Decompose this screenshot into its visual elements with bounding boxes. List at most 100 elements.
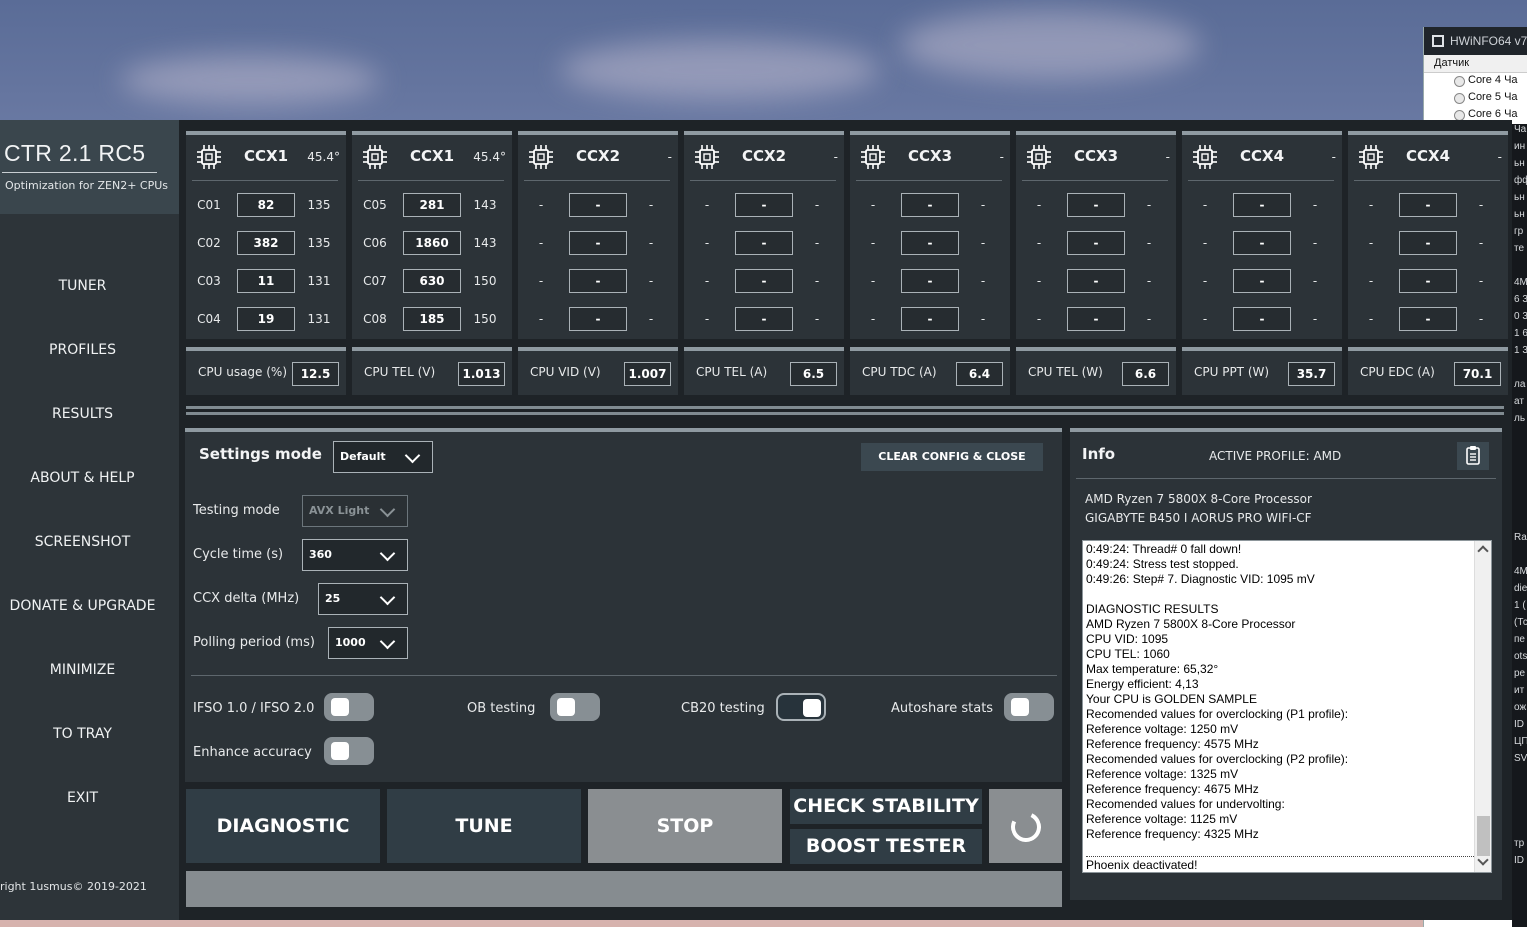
core-value: - — [1067, 269, 1125, 293]
ccx-name: CCX2 — [575, 147, 621, 165]
log-line: 0:49:26: Step# 7. Diagnostic VID: 1095 m… — [1086, 572, 1315, 586]
cb20-testing-toggle[interactable] — [776, 693, 826, 721]
clear-config-close-button[interactable]: CLEAR CONFIG & CLOSE — [861, 443, 1043, 471]
ctr-app-window: CTR 2.1 RC5 Optimization for ZEN2+ CPUs … — [0, 120, 1512, 920]
metric-value: 1.013 — [458, 362, 505, 386]
hwinfo-sensor-row[interactable]: Core 4 Ча — [1424, 73, 1527, 90]
core-value: - — [1233, 231, 1291, 255]
ifso-label: IFSO 1.0 / IFSO 2.0 — [193, 701, 315, 716]
ccx-panel: CCX2 - - - - - - - - - - - - - — [684, 131, 844, 339]
hwinfo-value: ла — [1514, 379, 1526, 390]
metric-panel: CPU usage (%) 12.5 — [186, 347, 346, 395]
core-id: C01 — [197, 198, 221, 212]
hwinfo-value: ID — [1514, 855, 1524, 866]
core-id: C07 — [363, 274, 387, 288]
core-max-value: - — [980, 236, 986, 250]
copy-log-button[interactable] — [1457, 442, 1489, 470]
refresh-button[interactable] — [989, 789, 1062, 863]
metric-value: 1.007 — [624, 362, 671, 386]
ccx-name: CCX4 — [1239, 147, 1285, 165]
scroll-down-icon[interactable] — [1477, 854, 1489, 866]
ccx-delta-dropdown[interactable]: 25 — [318, 583, 408, 615]
nav-about-help[interactable]: ABOUT & HELP — [0, 467, 165, 489]
log-line: Reference voltage: 1250 mV — [1086, 722, 1239, 736]
hwinfo-title-bar[interactable]: HWiNFO64 v7 — [1424, 27, 1527, 55]
tune-button[interactable]: TUNE — [387, 789, 581, 863]
progress-bar — [186, 871, 1062, 907]
ccx-panel: CCX4 - - - - - - - - - - - - - — [1182, 131, 1342, 339]
stop-button[interactable]: STOP — [588, 789, 782, 863]
metric-value: 12.5 — [292, 362, 339, 386]
autoshare-stats-toggle[interactable] — [1004, 693, 1054, 721]
core-value: 630 — [403, 269, 461, 293]
hwinfo-value: SVI — [1514, 753, 1527, 764]
core-id: - — [1202, 236, 1208, 250]
hwinfo-value: 4М — [1514, 277, 1527, 288]
core-max-value: - — [1146, 274, 1152, 288]
core-max-value: - — [814, 274, 820, 288]
settings-title: Settings mode — [199, 445, 322, 463]
diagnostic-button[interactable]: DIAGNOSTIC — [186, 789, 380, 863]
ccx-panel: CCX1 45.4° C01 82 135 C02 382 135 C03 11 131 C04 19 1… — [186, 131, 346, 339]
core-max-value: - — [648, 236, 654, 250]
ccx-header: CCX3 - — [850, 135, 1010, 179]
core-max-value: - — [1478, 312, 1484, 326]
log-line: Energy efficient: 4,13 — [1086, 677, 1199, 691]
core-id: - — [1036, 312, 1042, 326]
metric-value: 35.7 — [1288, 362, 1335, 386]
log-scrollbar[interactable] — [1474, 541, 1491, 872]
testing-mode-dropdown[interactable]: AVX Light — [302, 495, 408, 527]
cpu-name: AMD Ryzen 7 5800X 8-Core Processor — [1085, 492, 1312, 506]
toggle-knob — [331, 742, 349, 760]
ccx-divider — [1354, 180, 1500, 181]
settings-mode-dropdown[interactable]: Default — [333, 441, 433, 473]
nav-exit[interactable]: EXIT — [0, 787, 165, 809]
enhance-accuracy-toggle[interactable] — [324, 737, 374, 765]
nav-tuner[interactable]: TUNER — [0, 275, 165, 297]
hwinfo-title: HWiNFO64 v7 — [1450, 34, 1527, 48]
boost-tester-button[interactable]: BOOST TESTER — [790, 829, 982, 864]
log-textbox[interactable]: 0:49:24: Thread# 0 fall down! 0:49:24: St… — [1082, 540, 1492, 873]
info-panel: Info ACTIVE PROFILE: AMD AMD Ryzen 7 580… — [1070, 428, 1502, 900]
hwinfo-sensor-row[interactable]: Core 5 Ча — [1424, 90, 1527, 107]
core-value: - — [901, 193, 959, 217]
nav-to-tray[interactable]: TO TRAY — [0, 723, 165, 745]
hwinfo-value: (Тс — [1514, 617, 1527, 628]
ifso-toggle[interactable] — [324, 693, 374, 721]
core-max-value: - — [1312, 236, 1318, 250]
hwinfo-value: те — [1514, 243, 1525, 254]
ccx-name: CCX1 — [243, 147, 289, 165]
polling-period-label: Polling period (ms) — [193, 635, 315, 650]
nav-screenshot[interactable]: SCREENSHOT — [0, 531, 165, 553]
cycle-time-dropdown[interactable]: 360 — [302, 539, 408, 571]
core-max-value: - — [1146, 198, 1152, 212]
metric-panel: CPU VID (V) 1.007 — [518, 347, 678, 395]
ob-testing-label: OB testing — [467, 701, 536, 716]
section-divider — [186, 406, 1504, 409]
scroll-thumb[interactable] — [1477, 816, 1490, 856]
metric-label: CPU TEL (W) — [1028, 365, 1103, 379]
hwinfo-value: ре — [1514, 668, 1526, 679]
nav-profiles[interactable]: PROFILES — [0, 339, 165, 361]
ccx-name: CCX3 — [907, 147, 953, 165]
core-id: - — [538, 312, 544, 326]
nav-minimize[interactable]: MINIMIZE — [0, 659, 165, 681]
nav-results[interactable]: RESULTS — [0, 403, 165, 425]
log-line: Reference frequency: 4575 MHz — [1086, 737, 1259, 751]
polling-period-dropdown[interactable]: 1000 — [328, 627, 408, 659]
scroll-up-icon[interactable] — [1477, 545, 1489, 557]
core-max-value: 143 — [473, 198, 497, 212]
hwinfo-value: die — [1514, 583, 1527, 594]
hwinfo-column-header[interactable]: Датчик — [1424, 55, 1527, 73]
core-value: 11 — [237, 269, 295, 293]
nav-donate-upgrade[interactable]: DONATE & UPGRADE — [0, 595, 165, 617]
ccx-header: CCX4 - — [1182, 135, 1342, 179]
metric-panel: CPU PPT (W) 35.7 — [1182, 347, 1342, 395]
cpu-chip-icon — [1192, 144, 1218, 170]
hwinfo-value — [1512, 447, 1527, 464]
log-line: Reference voltage: 1125 mV — [1086, 812, 1238, 826]
metric-label: CPU TEL (A) — [696, 365, 768, 379]
core-id: C03 — [197, 274, 221, 288]
check-stability-button[interactable]: CHECK STABILITY — [790, 789, 982, 824]
ob-testing-toggle[interactable] — [550, 693, 600, 721]
